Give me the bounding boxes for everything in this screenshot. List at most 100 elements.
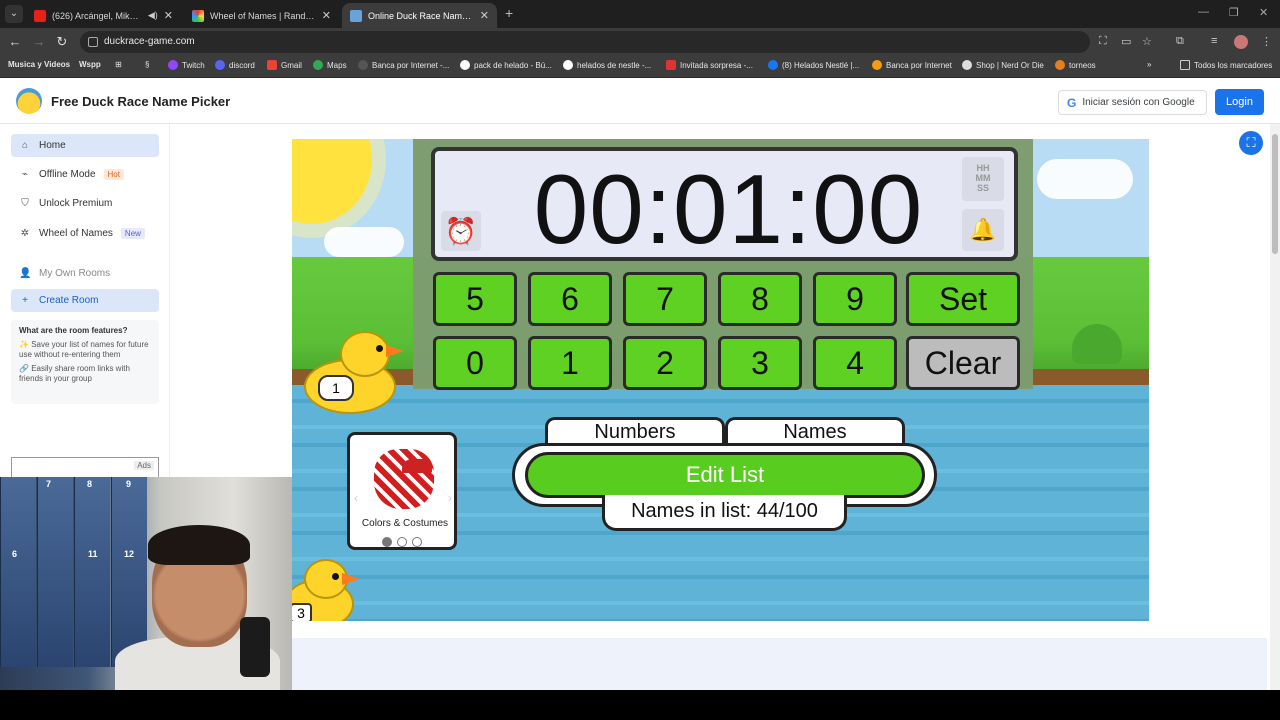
forward-button[interactable]: →: [31, 34, 47, 49]
costume-selector-card[interactable]: ‹ › Colors & Costumes: [347, 432, 457, 550]
back-button[interactable]: ←: [7, 34, 23, 49]
bookmark-label: Invitada sorpresa -...: [680, 60, 753, 70]
s-icon[interactable]: §: [145, 60, 149, 69]
apps-grid-icon[interactable]: ⊞: [115, 60, 122, 69]
close-tab-icon[interactable]: ✕: [164, 9, 173, 22]
bookmark-label: torneos: [1069, 60, 1096, 70]
alarm-clock-icon[interactable]: ⏰: [441, 211, 481, 251]
prev-arrow-icon[interactable]: ‹: [354, 491, 358, 505]
sidebar-item-home[interactable]: ⌂ Home: [11, 134, 159, 157]
bookmark-item[interactable]: Banca por Internet -...: [358, 60, 449, 70]
features-heading: What are the room features?: [19, 326, 128, 335]
bookmark-folder[interactable]: Todos los marcadores: [1180, 60, 1272, 70]
bookmark-item[interactable]: Banca por Internet: [872, 60, 952, 70]
bookmark-star-icon[interactable]: ☆: [1142, 35, 1152, 48]
hanging-jeans: 9: [111, 477, 147, 667]
set-button[interactable]: Set: [906, 272, 1020, 326]
bookmark-item[interactable]: Gmail: [267, 60, 302, 70]
sidebar-item-unlock-premium[interactable]: ⛉ Unlock Premium: [11, 192, 159, 215]
bookmark-item[interactable]: torneos: [1055, 60, 1096, 70]
discord-icon: [215, 60, 225, 70]
screen-bottom-bar: [0, 690, 1280, 720]
cast-icon[interactable]: ▭: [1121, 35, 1131, 48]
bookmark-item[interactable]: discord: [215, 60, 255, 70]
sidebar-item-offline-mode[interactable]: ⌁ Offline Mode Hot: [11, 163, 159, 186]
bookmark-item[interactable]: Wspp: [79, 60, 101, 69]
url-field[interactable]: duckrace-game.com: [80, 31, 1090, 53]
key-0[interactable]: 0: [433, 336, 517, 390]
key-6[interactable]: 6: [528, 272, 612, 326]
costume-duck-preview: [374, 449, 434, 509]
user-icon: 👤: [19, 268, 32, 279]
new-tab-button[interactable]: +: [505, 5, 513, 21]
duck-logo[interactable]: [16, 88, 42, 114]
sound-bell-icon[interactable]: 🔔: [962, 209, 1004, 251]
create-room-button[interactable]: + Create Room: [11, 289, 159, 312]
translate-icon[interactable]: ⛶: [1099, 35, 1107, 48]
duck-racer: 1: [304, 329, 404, 421]
key-2[interactable]: 2: [623, 336, 707, 390]
key-8[interactable]: 8: [718, 272, 802, 326]
duck-eye: [332, 573, 339, 580]
key-9[interactable]: 9: [813, 272, 897, 326]
reload-button[interactable]: ↻: [54, 34, 70, 50]
new-badge: New: [120, 228, 145, 239]
bookmark-label: Shop | Nerd Or Die: [976, 60, 1044, 70]
next-arrow-icon[interactable]: ›: [448, 491, 452, 505]
feature-text: Save your list of names for future use w…: [19, 340, 149, 359]
profile-avatar[interactable]: [1234, 35, 1248, 49]
fullscreen-icon[interactable]: ⛶: [1239, 131, 1263, 155]
bookmark-item[interactable]: Invitada sorpresa -...: [666, 60, 753, 70]
browser-tab[interactable]: Wheel of Names | Random name ✕: [184, 3, 339, 28]
bookmark-item[interactable]: Shop | Nerd Or Die: [962, 60, 1044, 70]
tab-search-button[interactable]: ⌄: [5, 5, 23, 23]
bookmark-item[interactable]: pack de helado - Bú...: [460, 60, 552, 70]
minimize-button[interactable]: —: [1198, 6, 1209, 18]
bookmark-item[interactable]: Musica y Videos: [8, 60, 70, 69]
browser-tab[interactable]: (626) Arcángel, Miky Woodz ◀) ✕: [26, 3, 181, 28]
tab-names[interactable]: Names: [725, 417, 905, 445]
site-info-icon[interactable]: [88, 37, 98, 47]
hanging-jeans: [0, 477, 36, 667]
wheel-icon: ✲: [20, 228, 30, 239]
key-4[interactable]: 4: [813, 336, 897, 390]
browser-tab-active[interactable]: Online Duck Race Name Picker ✕: [342, 3, 497, 28]
bookmark-item[interactable]: Twitch: [168, 60, 205, 70]
page-scrollbar[interactable]: [1270, 124, 1280, 690]
bookmark-label: pack de helado - Bú...: [474, 60, 552, 70]
google-signin-label: Iniciar sesión con Google: [1082, 97, 1195, 108]
scroll-thumb[interactable]: [1272, 134, 1278, 254]
menu-icon[interactable]: ⋮: [1261, 35, 1272, 48]
bookmark-label: Musica y Videos: [8, 60, 71, 69]
countdown-display: 00:01:00 ⏰ HH MM SS 🔔: [431, 147, 1018, 264]
close-tab-icon[interactable]: ✕: [480, 9, 489, 22]
more-bookmarks-icon[interactable]: »: [1147, 60, 1151, 69]
jean-tag: 8: [87, 479, 93, 489]
sidebar-item-wheel-of-names[interactable]: ✲ Wheel of Names New: [11, 222, 159, 245]
carousel-dot[interactable]: [382, 537, 392, 547]
close-window-button[interactable]: ✕: [1259, 6, 1268, 19]
speaker-icon[interactable]: ◀): [148, 10, 158, 21]
key-5[interactable]: 5: [433, 272, 517, 326]
clear-button[interactable]: Clear: [906, 336, 1020, 390]
bookmark-item[interactable]: (8) Helados Nestlé |...: [768, 60, 859, 70]
torneos-icon: [1055, 60, 1065, 70]
restore-button[interactable]: ❐: [1229, 6, 1239, 19]
carousel-dot[interactable]: [412, 537, 422, 547]
google-signin-button[interactable]: G Iniciar sesión con Google: [1058, 90, 1207, 115]
close-tab-icon[interactable]: ✕: [322, 9, 331, 22]
key-7[interactable]: 7: [623, 272, 707, 326]
bookmark-item[interactable]: Maps: [313, 60, 347, 70]
carousel-dot[interactable]: [397, 537, 407, 547]
key-1[interactable]: 1: [528, 336, 612, 390]
key-3[interactable]: 3: [718, 336, 802, 390]
edit-list-button[interactable]: Edit List: [525, 452, 925, 498]
media-icon[interactable]: ≡: [1211, 35, 1217, 47]
extensions-icon[interactable]: ⧉: [1176, 35, 1184, 48]
bookmark-item[interactable]: helados de nestle -...: [563, 60, 651, 70]
login-button[interactable]: Login: [1215, 89, 1264, 115]
duck-number-tag: 1: [318, 375, 354, 401]
tab-numbers[interactable]: Numbers: [545, 417, 725, 445]
duck-race-game[interactable]: 00:01:00 ⏰ HH MM SS 🔔 5 6 7 8 9 Set 0 1 …: [292, 139, 1149, 621]
url-text: duckrace-game.com: [104, 36, 195, 47]
